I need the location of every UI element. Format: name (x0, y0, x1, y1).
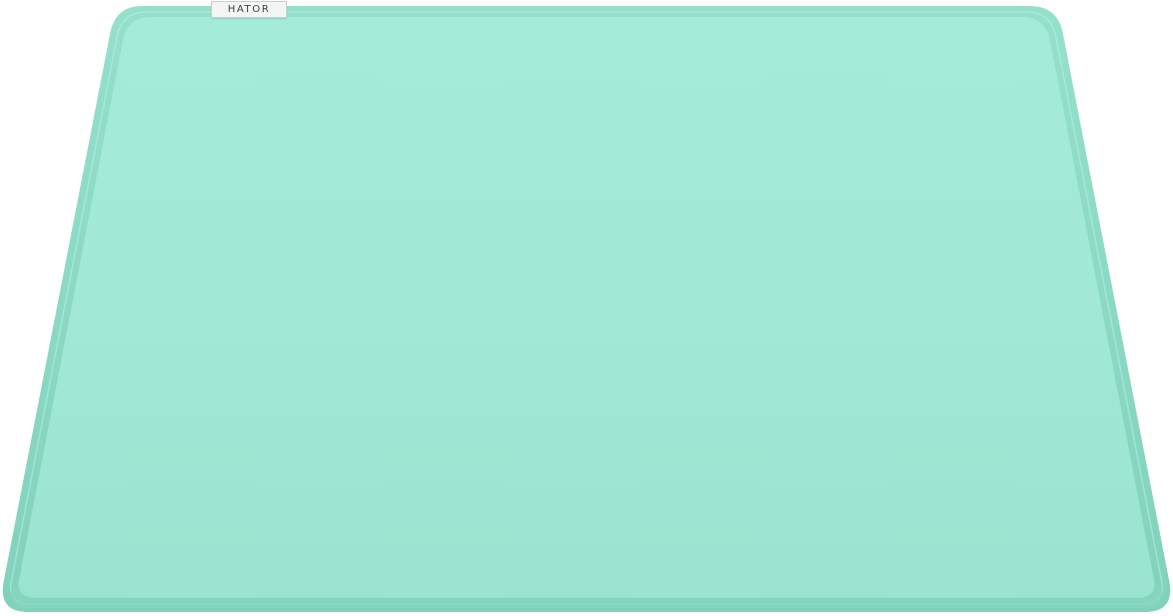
fabric-texture (18, 17, 1155, 598)
mouse-pad-illustration (2, 6, 1171, 612)
brand-label: HATOR (227, 3, 271, 15)
product-photo: HATOR (0, 0, 1173, 616)
brand-tag: HATOR (211, 1, 287, 18)
